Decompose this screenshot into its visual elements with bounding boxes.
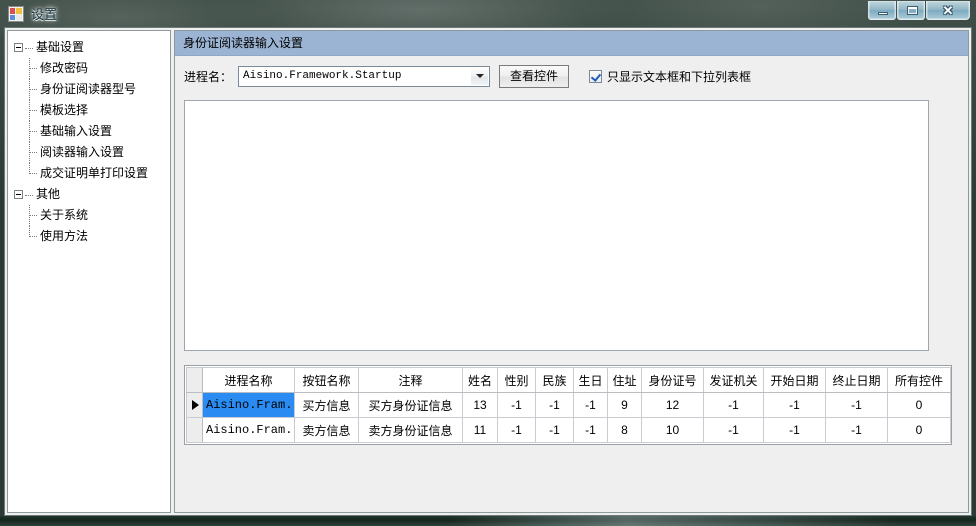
grid-table: 进程名称 按钮名称 注释 姓名 性别 民族 生日 住址 身份证号 发证机关 开始… bbox=[186, 367, 951, 443]
column-header-process-name[interactable]: 进程名称 bbox=[202, 367, 295, 393]
column-header-ethnicity[interactable]: 民族 bbox=[535, 367, 574, 393]
cell-ethnicity[interactable]: -1 bbox=[535, 392, 574, 418]
close-icon: ✕ bbox=[942, 3, 954, 18]
sidebar-item-label: 阅读器输入设置 bbox=[40, 145, 125, 159]
close-button[interactable]: ✕ bbox=[926, 1, 970, 20]
client-area: 基础设置 修改密码 身份证阅读器型号 模板选择 基础输入设置 阅读器输入设置 成… bbox=[4, 27, 972, 516]
cell-button-name[interactable]: 买方信息 bbox=[294, 392, 359, 418]
titlebar[interactable]: 设置 ✕ bbox=[0, 0, 976, 27]
cell-all-controls[interactable]: 0 bbox=[887, 417, 951, 443]
cell-birthday[interactable]: -1 bbox=[573, 392, 608, 418]
cell-end-date[interactable]: -1 bbox=[825, 392, 888, 418]
tree-group-basic-settings[interactable]: 基础设置 bbox=[8, 37, 170, 58]
filter-checkbox-row[interactable]: 只显示文本框和下拉列表框 bbox=[589, 68, 751, 85]
controls-list[interactable] bbox=[184, 100, 929, 351]
cell-start-date[interactable]: -1 bbox=[763, 392, 826, 418]
column-header-address[interactable]: 住址 bbox=[607, 367, 642, 393]
sidebar-item-about-system[interactable]: 关于系统 bbox=[8, 205, 170, 226]
cell-issuing-authority[interactable]: -1 bbox=[703, 417, 764, 443]
sidebar-item-change-password[interactable]: 修改密码 bbox=[8, 58, 170, 79]
column-header-start-date[interactable]: 开始日期 bbox=[763, 367, 826, 393]
maximize-button[interactable] bbox=[897, 1, 925, 20]
sidebar-item-label: 关于系统 bbox=[40, 208, 89, 222]
sidebar-item-label: 模板选择 bbox=[40, 103, 89, 117]
window-bottom-frame bbox=[0, 516, 976, 526]
column-header-end-date[interactable]: 终止日期 bbox=[825, 367, 888, 393]
window-title: 设置 bbox=[31, 7, 58, 22]
process-name-combobox[interactable]: Aisino.Framework.Startup bbox=[238, 65, 491, 87]
cell-issuing-authority[interactable]: -1 bbox=[703, 392, 764, 418]
cell-process-name[interactable]: Aisino.Fram... bbox=[202, 392, 295, 418]
filter-checkbox-label: 只显示文本框和下拉列表框 bbox=[607, 69, 752, 84]
settings-window: 设置 ✕ 基础设置 修改密码 身份证阅读器型号 模板选择 基础输入设置 阅读器输… bbox=[0, 0, 976, 526]
column-header-id-number[interactable]: 身份证号 bbox=[641, 367, 704, 393]
chevron-down-icon[interactable] bbox=[471, 67, 489, 85]
row-selector-current[interactable] bbox=[186, 392, 203, 418]
page-title: 身份证阅读器输入设置 bbox=[175, 31, 968, 56]
cell-all-controls[interactable]: 0 bbox=[887, 392, 951, 418]
cell-process-name[interactable]: Aisino.Fram... bbox=[202, 417, 295, 443]
view-controls-button[interactable]: 查看控件 bbox=[499, 64, 570, 88]
sidebar-item-label: 使用方法 bbox=[40, 229, 89, 243]
sidebar-item-basic-input-settings[interactable]: 基础输入设置 bbox=[8, 121, 170, 142]
column-header-issuing-authority[interactable]: 发证机关 bbox=[703, 367, 764, 393]
cell-end-date[interactable]: -1 bbox=[825, 417, 888, 443]
toolbar: 进程名： Aisino.Framework.Startup 查看控件 只显示文本… bbox=[175, 56, 968, 96]
sidebar-item-label: 基础输入设置 bbox=[40, 124, 113, 138]
cell-name[interactable]: 11 bbox=[462, 417, 498, 443]
cell-button-name[interactable]: 卖方信息 bbox=[294, 417, 359, 443]
cell-name[interactable]: 13 bbox=[462, 392, 498, 418]
row-header-corner bbox=[186, 367, 203, 393]
minimize-button[interactable] bbox=[868, 1, 896, 20]
process-name-value: Aisino.Framework.Startup bbox=[243, 70, 402, 82]
navigation-tree-panel[interactable]: 基础设置 修改密码 身份证阅读器型号 模板选择 基础输入设置 阅读器输入设置 成… bbox=[7, 30, 171, 513]
cell-comment[interactable]: 买方身份证信息 bbox=[358, 392, 463, 418]
grid-header-row: 进程名称 按钮名称 注释 姓名 性别 民族 生日 住址 身份证号 发证机关 开始… bbox=[186, 367, 951, 393]
column-header-gender[interactable]: 性别 bbox=[497, 367, 536, 393]
cell-gender[interactable]: -1 bbox=[497, 417, 536, 443]
tree-group-other[interactable]: 其他 bbox=[8, 184, 170, 205]
tree-group-label: 基础设置 bbox=[36, 40, 85, 54]
caption-buttons: ✕ bbox=[868, 1, 970, 20]
column-header-birthday[interactable]: 生日 bbox=[573, 367, 608, 393]
cell-comment[interactable]: 卖方身份证信息 bbox=[358, 417, 463, 443]
column-header-comment[interactable]: 注释 bbox=[358, 367, 463, 393]
table-row[interactable]: Aisino.Fram... 买方信息 买方身份证信息 13 -1 -1 -1 … bbox=[186, 392, 951, 418]
cell-birthday[interactable]: -1 bbox=[573, 417, 608, 443]
cell-address[interactable]: 8 bbox=[607, 417, 642, 443]
cell-id-number[interactable]: 10 bbox=[641, 417, 704, 443]
cell-id-number[interactable]: 12 bbox=[641, 392, 704, 418]
sidebar-item-label: 身份证阅读器型号 bbox=[40, 82, 137, 96]
collapse-icon[interactable] bbox=[14, 190, 23, 200]
column-header-all-controls[interactable]: 所有控件 bbox=[887, 367, 951, 393]
app-grid-icon bbox=[8, 5, 24, 22]
tree-group-label: 其他 bbox=[36, 187, 61, 201]
row-selector[interactable] bbox=[186, 417, 203, 443]
cell-gender[interactable]: -1 bbox=[497, 392, 536, 418]
sidebar-item-reader-model[interactable]: 身份证阅读器型号 bbox=[8, 79, 170, 100]
content-panel: 身份证阅读器输入设置 进程名： Aisino.Framework.Startup… bbox=[174, 30, 969, 513]
cell-ethnicity[interactable]: -1 bbox=[535, 417, 574, 443]
sidebar-item-reader-input-settings[interactable]: 阅读器输入设置 bbox=[8, 142, 170, 163]
sidebar-item-print-settings[interactable]: 成交证明单打印设置 bbox=[8, 163, 170, 184]
checkbox-checked-icon[interactable] bbox=[589, 69, 603, 83]
sidebar-item-template-select[interactable]: 模板选择 bbox=[8, 100, 170, 121]
process-name-label: 进程名： bbox=[184, 69, 233, 84]
sidebar-item-label: 成交证明单打印设置 bbox=[40, 166, 149, 180]
cell-start-date[interactable]: -1 bbox=[763, 417, 826, 443]
navigation-tree: 基础设置 修改密码 身份证阅读器型号 模板选择 基础输入设置 阅读器输入设置 成… bbox=[8, 31, 170, 247]
column-header-name[interactable]: 姓名 bbox=[462, 367, 498, 393]
table-row[interactable]: Aisino.Fram... 卖方信息 卖方身份证信息 11 -1 -1 -1 … bbox=[186, 417, 951, 443]
column-header-button-name[interactable]: 按钮名称 bbox=[294, 367, 359, 393]
sidebar-item-label: 修改密码 bbox=[40, 61, 89, 75]
collapse-icon[interactable] bbox=[14, 43, 23, 53]
cell-address[interactable]: 9 bbox=[607, 392, 642, 418]
mapping-data-grid[interactable]: 进程名称 按钮名称 注释 姓名 性别 民族 生日 住址 身份证号 发证机关 开始… bbox=[184, 365, 952, 445]
sidebar-item-usage[interactable]: 使用方法 bbox=[8, 226, 170, 247]
